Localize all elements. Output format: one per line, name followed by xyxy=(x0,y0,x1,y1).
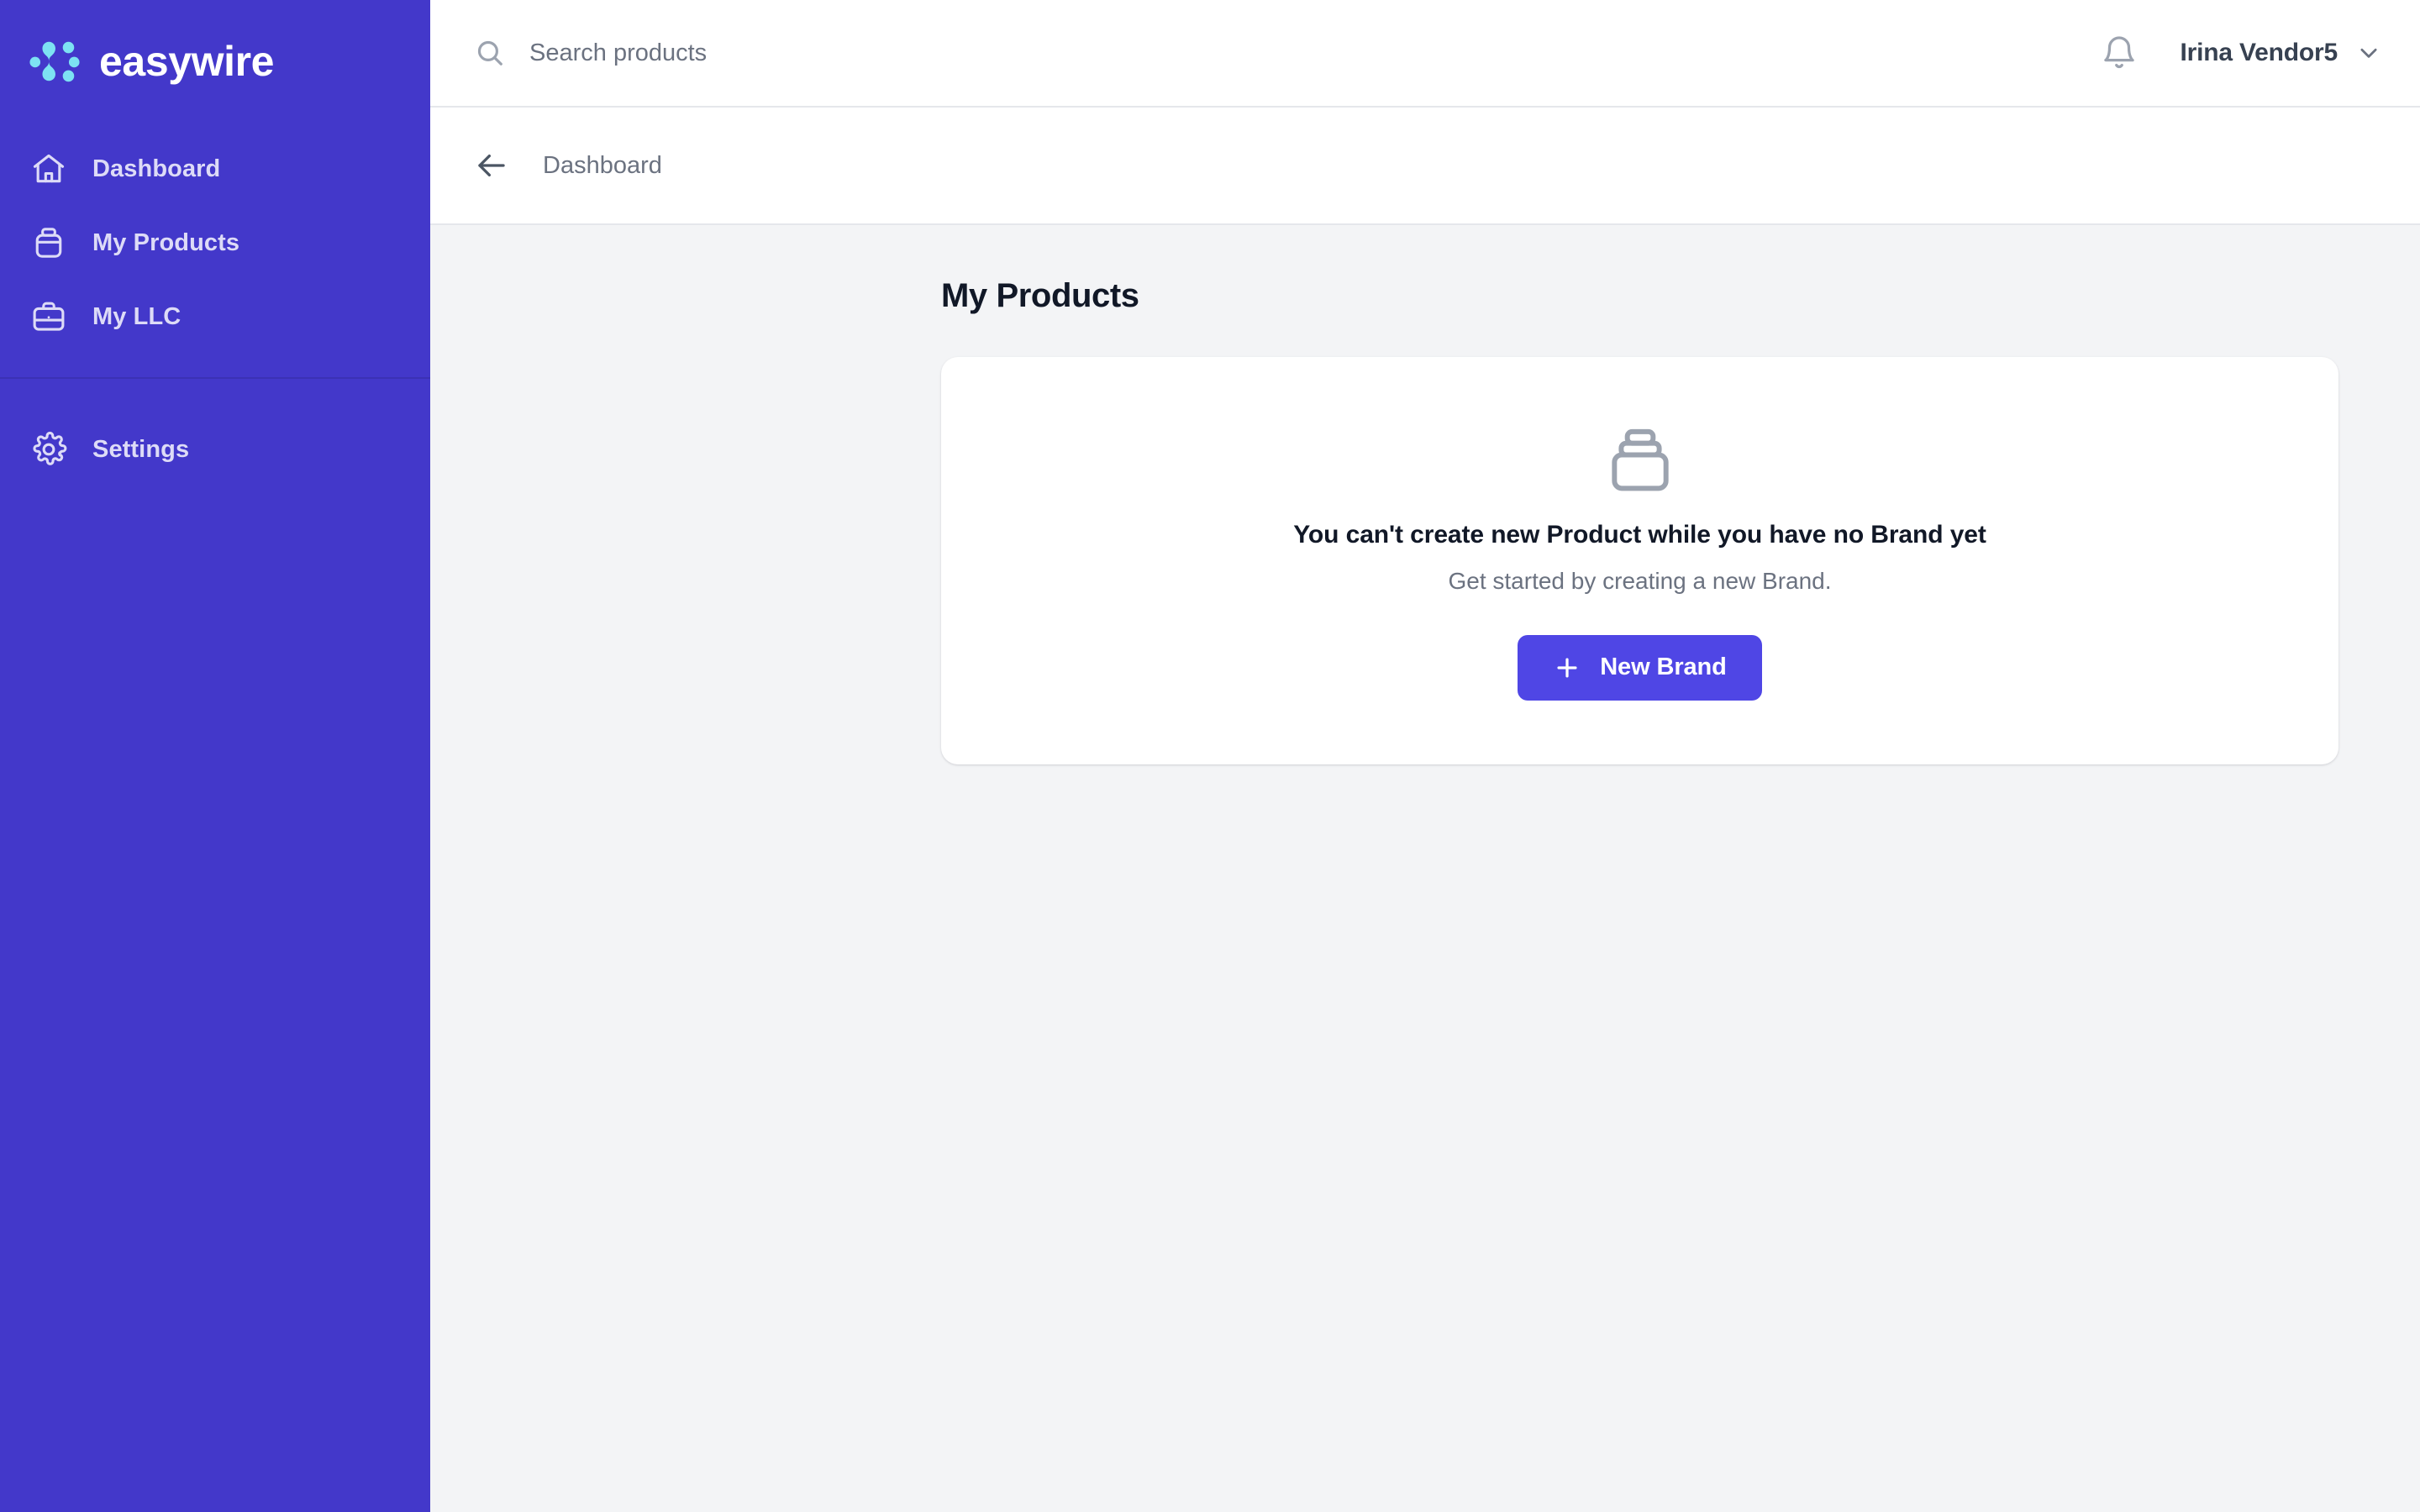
page-title: My Products xyxy=(941,277,1139,314)
sidebar-item-dashboard[interactable]: Dashboard xyxy=(0,132,430,206)
new-brand-button-label: New Brand xyxy=(1600,654,1727,680)
gear-icon xyxy=(29,429,69,470)
empty-state-card: You can't create new Product while you h… xyxy=(941,357,2338,764)
sidebar-item-my-products[interactable]: My Products xyxy=(0,206,430,280)
search-input[interactable] xyxy=(529,39,1000,67)
user-menu[interactable]: Irina Vendor5 xyxy=(2181,39,2381,67)
top-bar: Irina Vendor5 xyxy=(430,0,2420,108)
brand-name: easywire xyxy=(99,37,275,85)
brand-logo[interactable]: easywire xyxy=(0,0,430,122)
sidebar-primary-nav: Dashboard My Products My LLC xyxy=(0,122,430,354)
page-content: My Products You can't create new Product… xyxy=(430,225,2420,1512)
briefcase-icon xyxy=(29,297,69,337)
sidebar-item-label: Settings xyxy=(92,435,190,463)
sidebar-item-label: Dashboard xyxy=(92,155,221,182)
sidebar-secondary-nav: Settings xyxy=(0,379,430,486)
sidebar-item-label: My Products xyxy=(92,228,240,256)
main-region: Irina Vendor5 Dashboard My Produc xyxy=(430,0,2420,1512)
plus-icon xyxy=(1553,654,1581,682)
sidebar: easywire Dashboard My Products My LLC Se… xyxy=(0,0,430,1512)
easywire-node-logo-icon xyxy=(29,35,81,87)
home-icon xyxy=(29,149,69,189)
sidebar-item-my-llc[interactable]: My LLC xyxy=(0,280,430,354)
top-bar-actions: Irina Vendor5 xyxy=(2100,34,2381,72)
archive-box-icon xyxy=(29,223,69,263)
stacked-boxes-icon xyxy=(1602,422,1679,499)
breadcrumb-item-dashboard[interactable]: Dashboard xyxy=(543,152,662,180)
chevron-down-icon xyxy=(2356,40,2381,66)
search-icon xyxy=(474,37,506,69)
sidebar-item-settings[interactable]: Settings xyxy=(0,412,430,486)
bell-icon[interactable] xyxy=(2100,34,2139,72)
empty-state-title: You can't create new Product while you h… xyxy=(1293,520,1986,549)
app-root: easywire Dashboard My Products My LLC Se… xyxy=(0,0,2420,1512)
search-area xyxy=(474,37,2100,69)
new-brand-button[interactable]: New Brand xyxy=(1518,634,1762,701)
sidebar-item-label: My LLC xyxy=(92,302,182,330)
arrow-left-icon[interactable] xyxy=(474,148,509,183)
user-name: Irina Vendor5 xyxy=(2180,39,2338,66)
empty-state-subtitle: Get started by creating a new Brand. xyxy=(1448,567,1832,594)
breadcrumb: Dashboard xyxy=(430,108,2420,225)
